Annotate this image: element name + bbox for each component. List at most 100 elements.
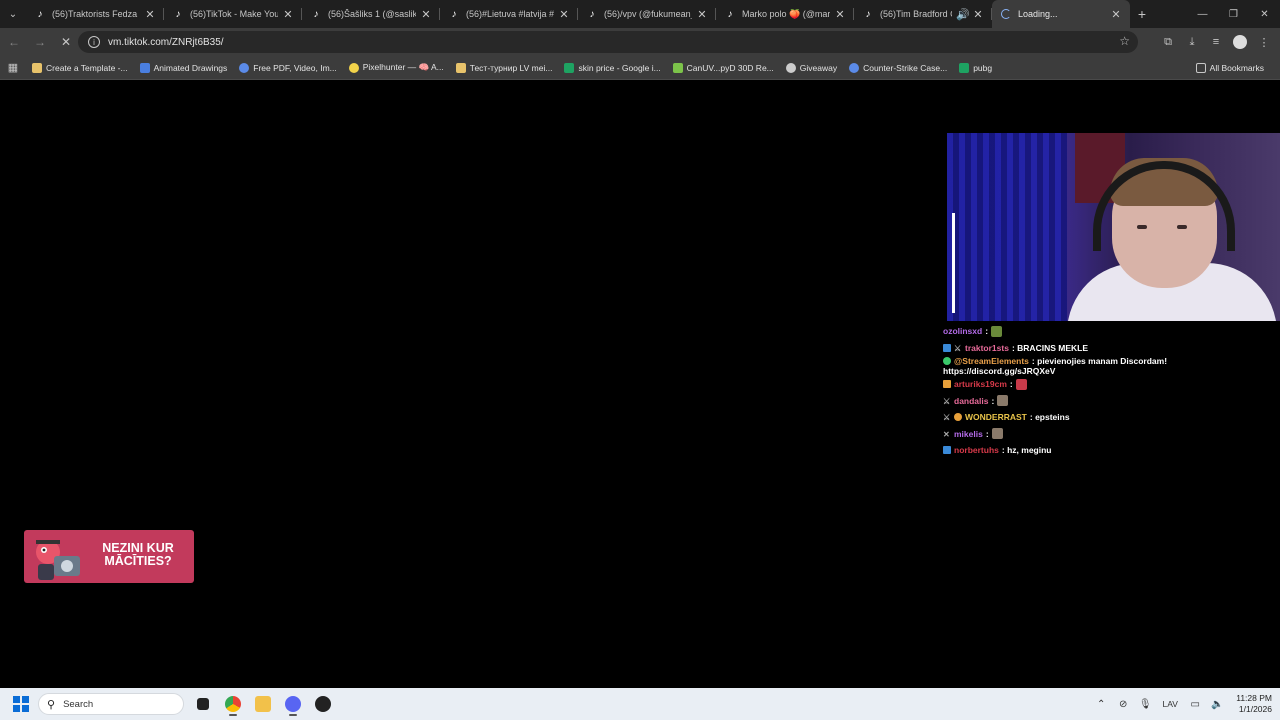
chevron-up-icon[interactable]: ⌃	[1090, 699, 1112, 710]
chat-message: arturiks19cm:	[943, 376, 1273, 393]
bookmark-label: Create a Template -...	[46, 62, 128, 73]
system-tray: ⌃ ⊘ 🎙 LAV ▭ 🔈 11:28 PM 1/1/2026	[1090, 688, 1272, 720]
taskbar-apps	[189, 692, 339, 716]
task-view-icon[interactable]	[189, 692, 217, 716]
emote-icon	[991, 325, 1003, 337]
close-icon[interactable]: ✕	[696, 8, 708, 21]
display-icon[interactable]: ▭	[1184, 699, 1206, 710]
chat-message: ⚔ dandalis:	[943, 393, 1273, 410]
tab-title: Marko polo 🍑 (@mar	[742, 8, 830, 19]
gift-badge-icon	[943, 380, 951, 389]
discord-icon[interactable]	[279, 692, 307, 716]
bookmark-favicon-icon	[455, 62, 466, 73]
close-icon[interactable]: ✕	[282, 8, 294, 21]
chrome-icon[interactable]	[219, 692, 247, 716]
bookmark-item[interactable]: Тест-турнир LV mei...	[450, 56, 559, 80]
bookmark-favicon-icon	[959, 62, 970, 73]
browser-tab[interactable]: ♪ (56)TikTok - Make Your Da ✕	[164, 0, 302, 28]
profile-avatar[interactable]	[1228, 30, 1252, 54]
chat-text: pievienojies manam Discordam!	[1037, 356, 1168, 366]
bookmark-item[interactable]: skin price - Google i...	[558, 56, 666, 80]
webcam-video	[947, 133, 1280, 321]
language-indicator[interactable]: LAV	[1156, 699, 1184, 709]
browser-tab[interactable]: ♪ Marko polo 🍑 (@mar ✕	[716, 0, 854, 28]
bookmark-star-icon[interactable]: ☆	[1119, 34, 1130, 48]
close-icon[interactable]: ✕	[834, 8, 846, 21]
chat-link[interactable]: https://discord.gg/sJRQXeV	[943, 366, 1273, 376]
bookmark-item[interactable]: pubg	[953, 56, 998, 80]
promo-banner[interactable]: NEZINI KUR MĀCĪTIES?	[24, 530, 194, 583]
browser-tab-active[interactable]: Loading... ✕	[992, 0, 1130, 28]
bookmark-label: pubg	[973, 62, 993, 73]
bookmark-item[interactable]: Create a Template -...	[26, 56, 134, 80]
browser-tab[interactable]: ♪ (56)Tim Bradford Cele 🔊✕	[854, 0, 992, 28]
toolbar-actions: ⧉ ⤓ ≡ ⋮	[1156, 30, 1276, 54]
bookmark-item[interactable]: Counter-Strike Case...	[843, 56, 953, 80]
mute-icon[interactable]: 🔊	[956, 8, 970, 21]
bookmark-item[interactable]: Giveaway	[780, 56, 843, 80]
chat-message: @StreamElements: pievienojies manam Disc…	[943, 356, 1273, 376]
tab-title: (56)Tim Bradford Cele	[880, 9, 952, 19]
bookmark-favicon-icon	[849, 62, 860, 73]
bookmark-favicon-icon	[32, 62, 42, 73]
badge-icon	[943, 446, 951, 455]
folder-icon	[1195, 63, 1206, 73]
browser-tab[interactable]: ♪ (56)/vpv (@fukumean_77 ✕	[578, 0, 716, 28]
tiktok-icon: ♪	[175, 8, 181, 20]
address-bar[interactable]: i vm.tiktok.com/ZNRjt6B35/ ☆	[78, 31, 1138, 53]
chat-text: BRACINS MEKLE	[1017, 342, 1088, 353]
forward-button[interactable]: →	[28, 30, 52, 54]
badge-icon	[943, 343, 951, 352]
close-icon[interactable]: ✕	[420, 8, 432, 21]
apps-grid-icon[interactable]: ▦	[0, 56, 26, 80]
back-button[interactable]: ←	[2, 30, 26, 54]
search-label: Search	[63, 698, 94, 710]
bookmark-label: CanUV...pyD 30D Re...	[686, 62, 774, 73]
browser-tab[interactable]: ♪ (56)#Lietuva #latvija #esti ✕	[440, 0, 578, 28]
browser-tab[interactable]: ♪ (56)Traktorists Fedza (@tr ✕	[26, 0, 164, 28]
restore-button[interactable]: ❐	[1218, 0, 1249, 28]
tiktok-icon: ♪	[865, 8, 871, 20]
chat-separator: :	[985, 326, 989, 337]
bookmark-item[interactable]: Animated Drawings	[134, 56, 234, 80]
page-content: ozolinsxd: ⚔ traktor1sts: BRACINS MEKLE @…	[0, 81, 1280, 688]
stop-loading-button[interactable]: ✕	[54, 30, 78, 54]
tab-search-icon[interactable]: ⌄	[0, 0, 26, 28]
new-tab-button[interactable]: +	[1130, 6, 1154, 22]
close-icon[interactable]: ✕	[1110, 8, 1122, 21]
close-icon[interactable]: ✕	[144, 8, 156, 21]
taskbar-search[interactable]: ⚲ Search	[38, 693, 184, 715]
tiktok-icon: ♪	[589, 8, 595, 20]
network-icon[interactable]: ⊘	[1112, 699, 1134, 710]
file-explorer-icon[interactable]	[249, 692, 277, 716]
close-icon[interactable]: ✕	[558, 8, 570, 21]
menu-icon[interactable]: ⋮	[1252, 30, 1276, 54]
microphone-icon[interactable]: 🎙	[1134, 699, 1156, 710]
download-icon[interactable]: ⤓	[1180, 30, 1204, 54]
windows-start-icon[interactable]	[13, 696, 29, 712]
app-icon[interactable]	[309, 692, 337, 716]
minimize-button[interactable]: —	[1187, 0, 1218, 28]
chat-username: ozolinsxd	[943, 326, 983, 337]
bookmark-item[interactable]: Pixelhunter — 🧠 A...	[343, 56, 450, 80]
volume-icon[interactable]: 🔈	[1206, 699, 1228, 710]
extensions-icon[interactable]: ⧉	[1156, 30, 1180, 54]
emote-icon	[997, 395, 1009, 407]
close-window-button[interactable]: ✕	[1249, 0, 1280, 28]
media-control-icon[interactable]: ≡	[1204, 30, 1228, 54]
bookmark-item[interactable]: Free PDF, Video, Im...	[233, 56, 342, 80]
browser-tab[interactable]: ♪ (56)Šašliks 1 (@sasliksnr1 ✕	[302, 0, 440, 28]
bookmark-favicon-icon	[564, 62, 575, 73]
clock[interactable]: 11:28 PM 1/1/2026	[1236, 693, 1272, 715]
url-text[interactable]: vm.tiktok.com/ZNRjt6B35/	[108, 37, 224, 48]
stream-chat: ozolinsxd: ⚔ traktor1sts: BRACINS MEKLE @…	[943, 323, 1273, 459]
all-bookmarks-button[interactable]: All Bookmarks	[1190, 56, 1270, 80]
tab-title: Loading...	[1018, 9, 1058, 19]
bookmark-item[interactable]: CanUV...pyD 30D Re...	[667, 56, 780, 80]
bookmark-favicon-icon	[239, 62, 250, 73]
bookmark-label: Pixelhunter — 🧠 A...	[362, 62, 444, 72]
tiktok-icon: ♪	[727, 8, 733, 20]
chat-username: mikelis	[954, 428, 983, 439]
close-icon[interactable]: ✕	[972, 8, 984, 21]
site-info-icon[interactable]: i	[88, 36, 100, 48]
